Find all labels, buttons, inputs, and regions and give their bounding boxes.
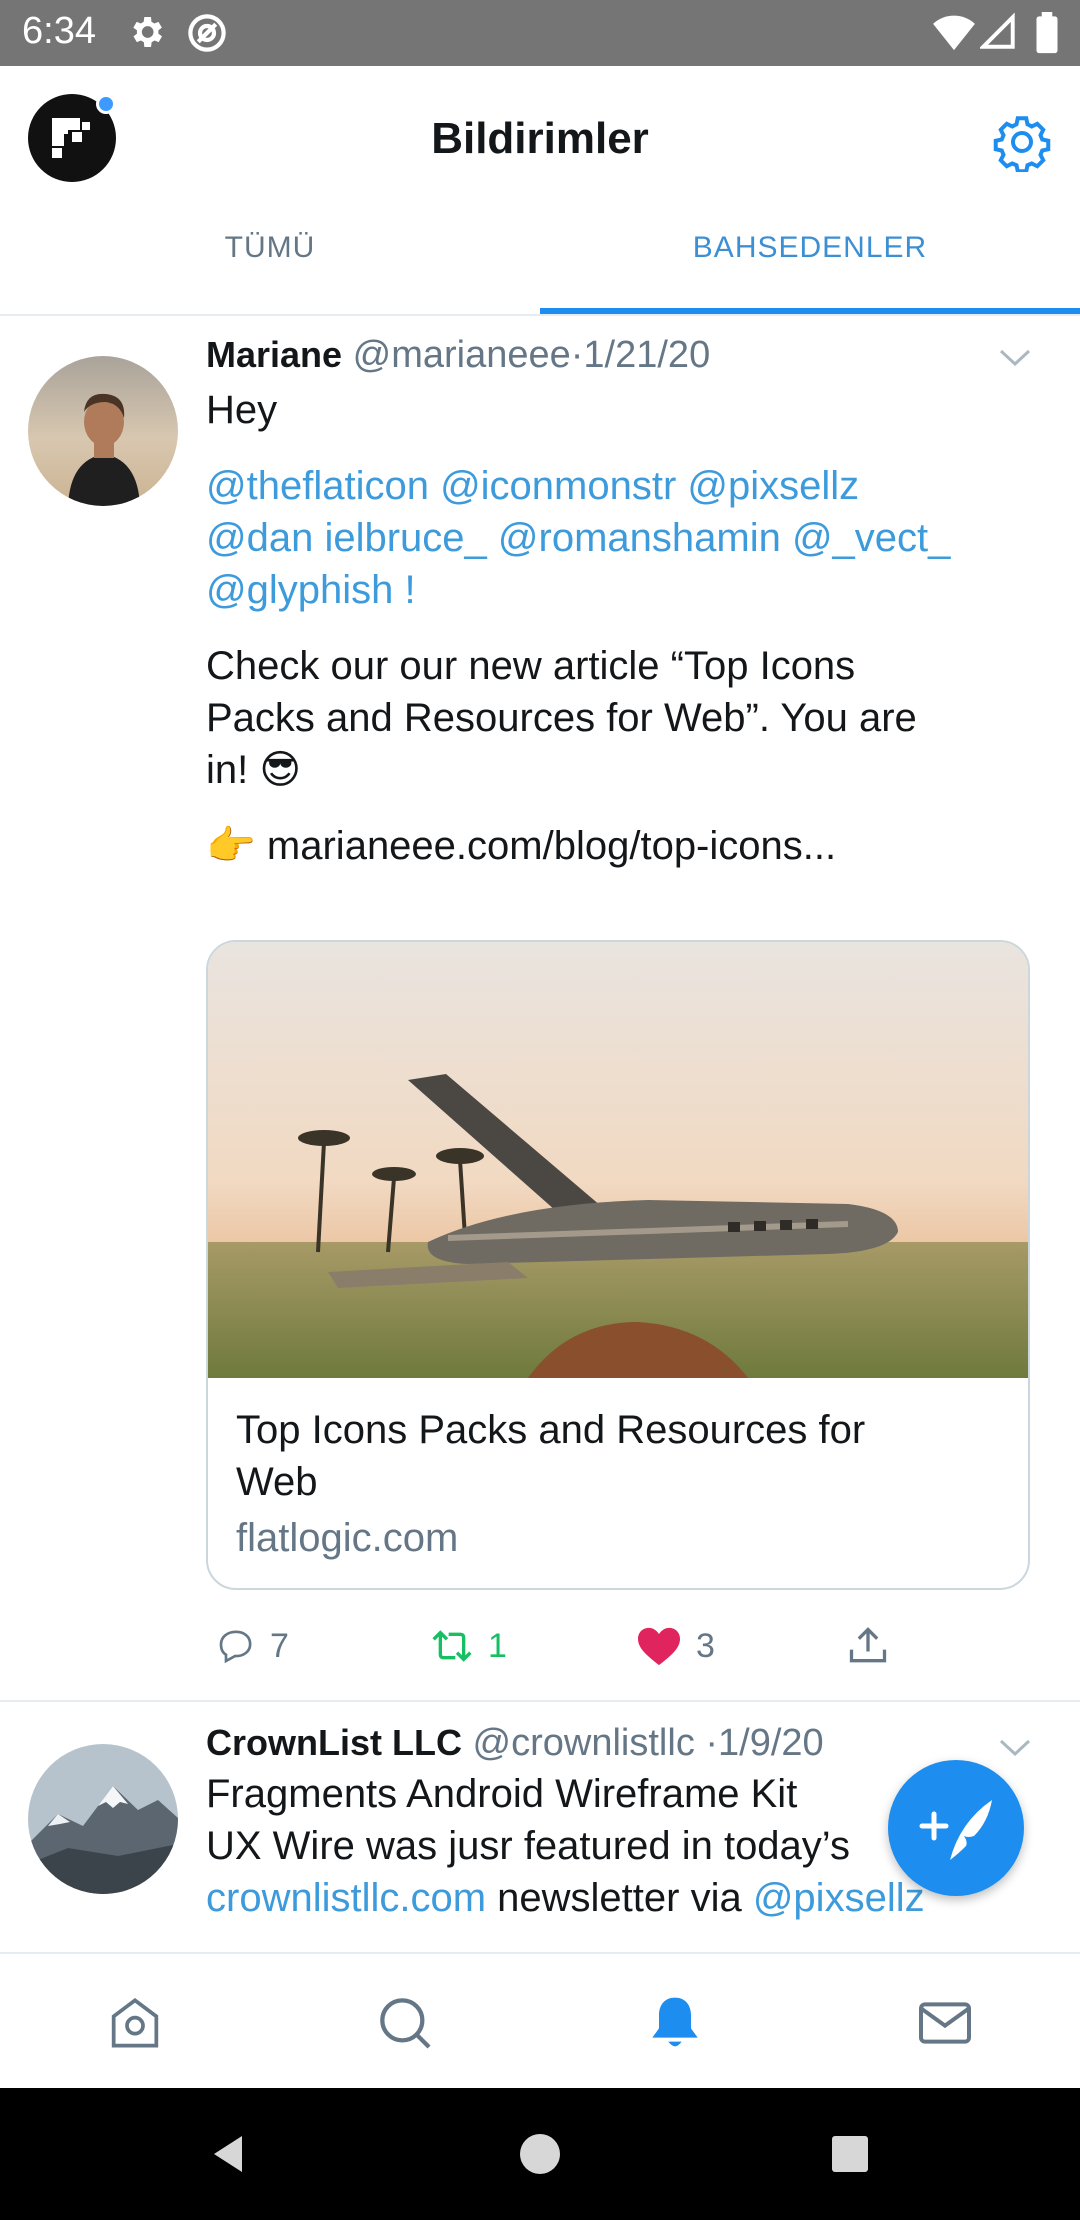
airplane-wreck-photo (208, 942, 1028, 1378)
card-image (208, 942, 1028, 1378)
retweet-button[interactable]: 1 (430, 1616, 507, 1676)
tweet-body-line: in! 😎 (206, 748, 302, 792)
recents-button[interactable] (818, 2122, 882, 2186)
like-button[interactable]: 3 (636, 1616, 715, 1676)
heart-icon (638, 1627, 680, 1666)
home-icon (111, 1998, 159, 2048)
tweet-header: Mariane @marianeee·1/21/20 (206, 330, 1026, 380)
system-navigation-bar (0, 2088, 1080, 2220)
card-domain: flatlogic.com (236, 1516, 459, 1560)
user-name[interactable]: Mariane (206, 334, 342, 375)
mentions-line[interactable]: @dan ielbruce_ @romanshamin @_vect_ (206, 512, 1026, 564)
tweet-link[interactable]: crownlistllc.com (206, 1876, 486, 1920)
tweet-text-fragment: newsletter via (486, 1876, 753, 1920)
home-circle-icon (520, 2134, 560, 2174)
nav-messages[interactable] (900, 1978, 990, 2068)
tweet-item[interactable]: Mariane @marianeee·1/21/20 Hey @theflati… (0, 316, 1080, 1702)
back-button[interactable] (196, 2122, 260, 2186)
tab-mentions[interactable]: BAHSEDENLER (540, 212, 1080, 314)
recents-square-icon (832, 2136, 868, 2172)
mentions-line[interactable]: @theflaticon @iconmonstr @pixsellz (206, 460, 1026, 512)
user-avatar[interactable] (28, 1744, 178, 1894)
tweet-actions: 7 1 3 (206, 1616, 1026, 1676)
reply-count: 7 (270, 1626, 289, 1665)
link-preview-card[interactable]: Top Icons Packs and Resources for Web fl… (206, 940, 1030, 1590)
wifi-icon (933, 15, 975, 51)
nav-notifications[interactable] (630, 1978, 720, 2068)
home-system-button[interactable] (508, 2122, 572, 2186)
settings-gear-icon[interactable] (992, 112, 1052, 172)
chevron-down-icon[interactable] (998, 1738, 1032, 1758)
tab-bar: TÜMÜ BAHSEDENLER (0, 212, 1080, 316)
tab-selected-indicator (540, 308, 1080, 314)
app-header: Bildirimler (0, 66, 1080, 212)
reply-icon (219, 1630, 252, 1664)
tweet-body-line: Packs and Resources for Web”. You are (206, 696, 917, 740)
tweet-link-line[interactable]: 👉 marianeee.com/blog/top-icons... (206, 820, 1026, 872)
mail-icon (919, 2002, 971, 2044)
nav-search[interactable] (360, 1978, 450, 2068)
user-handle[interactable]: @crownlistllc (473, 1722, 695, 1764)
tweet-text-line: Hey (206, 388, 278, 432)
mountain-avatar-photo (28, 1744, 178, 1894)
compose-tweet-button[interactable] (888, 1760, 1024, 1896)
retweet-count: 1 (488, 1626, 507, 1665)
tweet-date: ·1/21/20 (570, 334, 711, 376)
battery-icon (1036, 12, 1058, 54)
notification-dot (96, 94, 116, 114)
bell-icon (652, 1997, 698, 2047)
search-icon (380, 1998, 431, 2049)
share-icon (849, 1627, 887, 1663)
tweet-date: ·1/9/20 (705, 1722, 824, 1764)
back-triangle-icon (214, 2136, 242, 2172)
user-avatar[interactable] (28, 356, 178, 506)
card-title-line: Top Icons Packs and Resources for (236, 1408, 866, 1452)
status-time: 6:34 (22, 10, 96, 52)
card-body: Top Icons Packs and Resources for Web fl… (208, 1378, 1028, 1588)
reply-button[interactable]: 7 (216, 1616, 289, 1676)
at-sign-status-icon (188, 14, 226, 52)
like-count: 3 (696, 1626, 715, 1665)
bottom-navigation (0, 1952, 1080, 2090)
signal-icon (980, 12, 1015, 49)
status-bar: 6:34 (0, 0, 1080, 66)
avatar-photo (28, 356, 178, 506)
chevron-down-icon[interactable] (998, 348, 1032, 368)
share-button[interactable] (846, 1616, 904, 1676)
settings-status-icon (133, 17, 162, 47)
nav-home[interactable] (90, 1978, 180, 2068)
user-handle[interactable]: @marianeee (353, 334, 571, 376)
tab-all[interactable]: TÜMÜ (0, 212, 540, 312)
compose-feather-icon (919, 1800, 992, 1860)
retweet-icon (432, 1630, 472, 1662)
card-title-line: Web (236, 1460, 318, 1504)
tab-mentions-label: BAHSEDENLER (692, 231, 928, 264)
user-name[interactable]: CrownList LLC (206, 1722, 462, 1763)
tweet-body-line: Check our our new article “Top Icons (206, 644, 856, 688)
page-title: Bildirimler (431, 114, 649, 163)
mentions-line[interactable]: @glyphish ! (206, 564, 1026, 616)
tweet-content: Mariane @marianeee·1/21/20 Hey @theflati… (206, 330, 1026, 872)
